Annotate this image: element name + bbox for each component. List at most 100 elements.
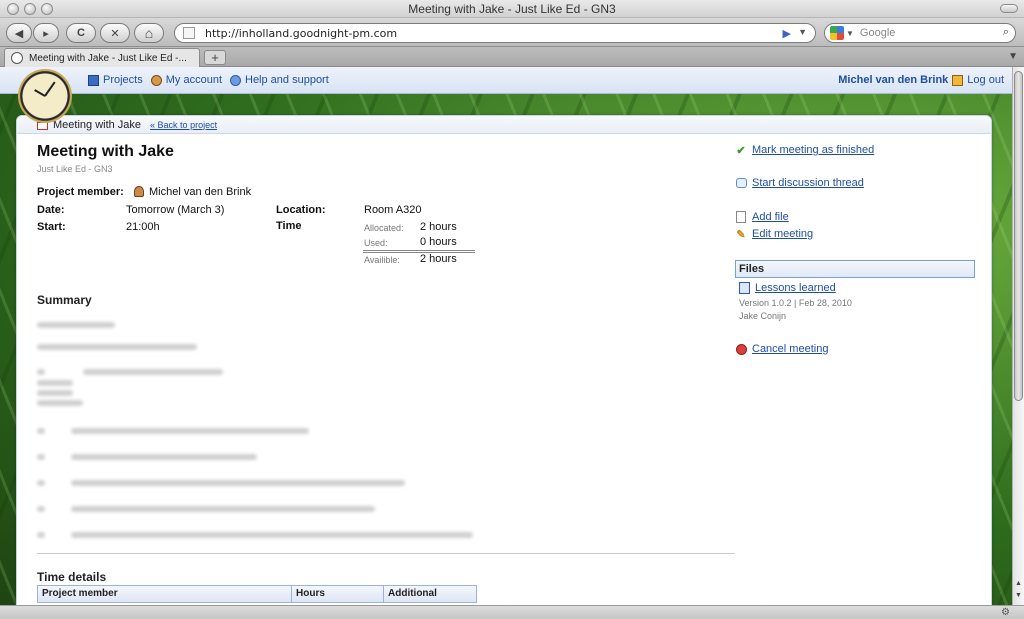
browser-toolbar: ◀ ▸ C ✕ ⌂ http://inholland.goodnight-pm.… xyxy=(0,18,1024,47)
toolbar-toggle-icon[interactable] xyxy=(1000,4,1018,13)
mark-finished-action[interactable]: ✔ Mark meeting as finished xyxy=(735,144,874,157)
nav-help[interactable]: Help and support xyxy=(230,74,329,86)
zoom-window-icon[interactable] xyxy=(41,3,53,15)
help-icon xyxy=(230,74,241,86)
breadcrumb-title: Meeting with Jake xyxy=(53,118,142,131)
home-button[interactable]: ⌂ xyxy=(134,23,164,43)
page-viewport: Projects My account Help and support Mic… xyxy=(0,67,1012,605)
google-icon[interactable] xyxy=(830,26,844,40)
back-to-project-link[interactable]: « Back to project xyxy=(150,120,217,130)
time-details-title: Time details xyxy=(37,570,107,584)
breadcrumb: Meeting with Jake « Back to project xyxy=(17,116,991,134)
status-gear-icon[interactable]: ⚙ xyxy=(1001,607,1010,618)
address-bar[interactable]: http://inholland.goodnight-pm.com ▶ ▼ xyxy=(174,23,816,43)
scrollbar-thumb[interactable] xyxy=(1014,71,1023,401)
user-box: Michel van den Brink Log out xyxy=(838,74,1004,86)
account-icon xyxy=(150,74,162,86)
start-value: 21:00h xyxy=(126,221,160,233)
used-label: Used: xyxy=(364,238,388,248)
scroll-up-icon[interactable]: ▲ xyxy=(1014,579,1023,588)
reload-button[interactable]: C xyxy=(66,23,96,43)
pencil-icon: ✎ xyxy=(736,228,746,241)
tab-bar: Meeting with Jake - Just Like Ed -... + … xyxy=(0,47,1024,67)
file-item[interactable]: Lessons learned xyxy=(739,282,836,294)
logout-link[interactable]: Log out xyxy=(967,74,1004,86)
search-input[interactable]: Google xyxy=(860,27,895,39)
close-window-icon[interactable] xyxy=(7,3,19,15)
back-button[interactable]: ◀ xyxy=(6,23,32,43)
summary-title: Summary xyxy=(37,293,92,307)
cancel-meeting-action[interactable]: Cancel meeting xyxy=(735,343,828,355)
new-tab-button[interactable]: + xyxy=(204,50,226,65)
add-file-link[interactable]: Add file xyxy=(752,211,789,223)
status-bar: ⚙ xyxy=(0,605,1024,619)
nav-my-account-label: My account xyxy=(165,74,222,86)
cancel-meeting-link[interactable]: Cancel meeting xyxy=(752,343,828,355)
tab-meeting[interactable]: Meeting with Jake - Just Like Ed -... xyxy=(4,48,200,67)
tab-menu-icon[interactable]: ▼ xyxy=(1008,51,1018,62)
start-discussion-link[interactable]: Start discussion thread xyxy=(752,177,864,189)
edit-meeting-action[interactable]: ✎ Edit meeting xyxy=(735,228,813,241)
page-icon xyxy=(183,27,195,39)
projects-icon xyxy=(88,74,99,86)
project-member-value: Michel van den Brink xyxy=(134,186,251,198)
vertical-scrollbar[interactable]: ▲ ▼ xyxy=(1012,67,1024,605)
nav-links: Projects My account Help and support xyxy=(88,74,329,86)
allocated-label: Allocated: xyxy=(364,223,404,233)
add-file-icon xyxy=(736,211,746,223)
meeting-card: Meeting with Jake « Back to project Meet… xyxy=(16,115,992,605)
page-subtitle: Just Like Ed - GN3 xyxy=(37,164,113,174)
search-bar[interactable]: ▼ Google ⌕ xyxy=(824,23,1016,43)
home-icon: ⌂ xyxy=(144,25,154,41)
mark-finished-link[interactable]: Mark meeting as finished xyxy=(752,144,874,156)
column-additional[interactable]: Additional xyxy=(384,586,476,602)
app-navigation: Projects My account Help and support Mic… xyxy=(0,67,1012,94)
user-icon xyxy=(134,186,144,197)
column-project-member[interactable]: Project member xyxy=(38,586,292,602)
clock-favicon-icon xyxy=(11,52,23,64)
chevron-down-icon[interactable]: ▼ xyxy=(798,27,807,37)
logout-icon[interactable] xyxy=(952,74,964,86)
clock-logo-icon[interactable] xyxy=(18,69,72,123)
files-header: Files xyxy=(735,260,975,278)
scroll-down-icon[interactable]: ▼ xyxy=(1014,591,1023,600)
address-input[interactable]: http://inholland.goodnight-pm.com xyxy=(205,27,397,40)
available-value: 2 hours xyxy=(420,253,457,265)
allocated-value: 2 hours xyxy=(420,221,457,233)
file-link[interactable]: Lessons learned xyxy=(755,282,836,294)
available-label: Availible: xyxy=(364,255,400,265)
start-label: Start: xyxy=(37,221,66,233)
search-icon[interactable]: ⌕ xyxy=(1003,26,1009,39)
nav-projects[interactable]: Projects xyxy=(88,74,143,86)
edit-meeting-link[interactable]: Edit meeting xyxy=(752,228,813,240)
cancel-icon xyxy=(735,343,747,355)
location-value: Room A320 xyxy=(364,204,422,216)
go-icon[interactable]: ▶ xyxy=(783,27,791,40)
window-title: Meeting with Jake - Just Like Ed - GN3 xyxy=(408,2,616,16)
minimize-window-icon[interactable] xyxy=(24,3,36,15)
checkmark-icon: ✔ xyxy=(736,144,746,157)
location-label: Location: xyxy=(276,204,326,216)
reload-icon: C xyxy=(77,27,85,39)
nav-projects-label: Projects xyxy=(103,74,143,86)
page-title: Meeting with Jake xyxy=(37,143,174,160)
nav-my-account[interactable]: My account xyxy=(150,74,222,86)
forward-button[interactable]: ▸ xyxy=(33,23,59,43)
nav-help-label: Help and support xyxy=(245,74,329,86)
date-value: Tomorrow (March 3) xyxy=(126,204,225,216)
search-engine-dropdown-icon[interactable]: ▼ xyxy=(846,29,854,38)
discussion-icon xyxy=(735,178,747,188)
section-divider xyxy=(37,553,735,554)
user-name[interactable]: Michel van den Brink xyxy=(838,74,948,86)
file-version: Version 1.0.2 | Feb 28, 2010 xyxy=(739,298,852,308)
stop-icon: ✕ xyxy=(110,27,120,40)
project-member-label: Project member: xyxy=(37,186,124,198)
forward-arrow-icon: ▸ xyxy=(43,27,49,40)
add-file-action[interactable]: Add file xyxy=(735,211,789,223)
start-discussion-action[interactable]: Start discussion thread xyxy=(735,177,864,189)
column-hours[interactable]: Hours xyxy=(292,586,384,602)
stop-button[interactable]: ✕ xyxy=(100,23,130,43)
time-divider xyxy=(363,250,475,253)
time-label: Time xyxy=(276,220,302,232)
project-member-name: Michel van den Brink xyxy=(149,186,252,198)
